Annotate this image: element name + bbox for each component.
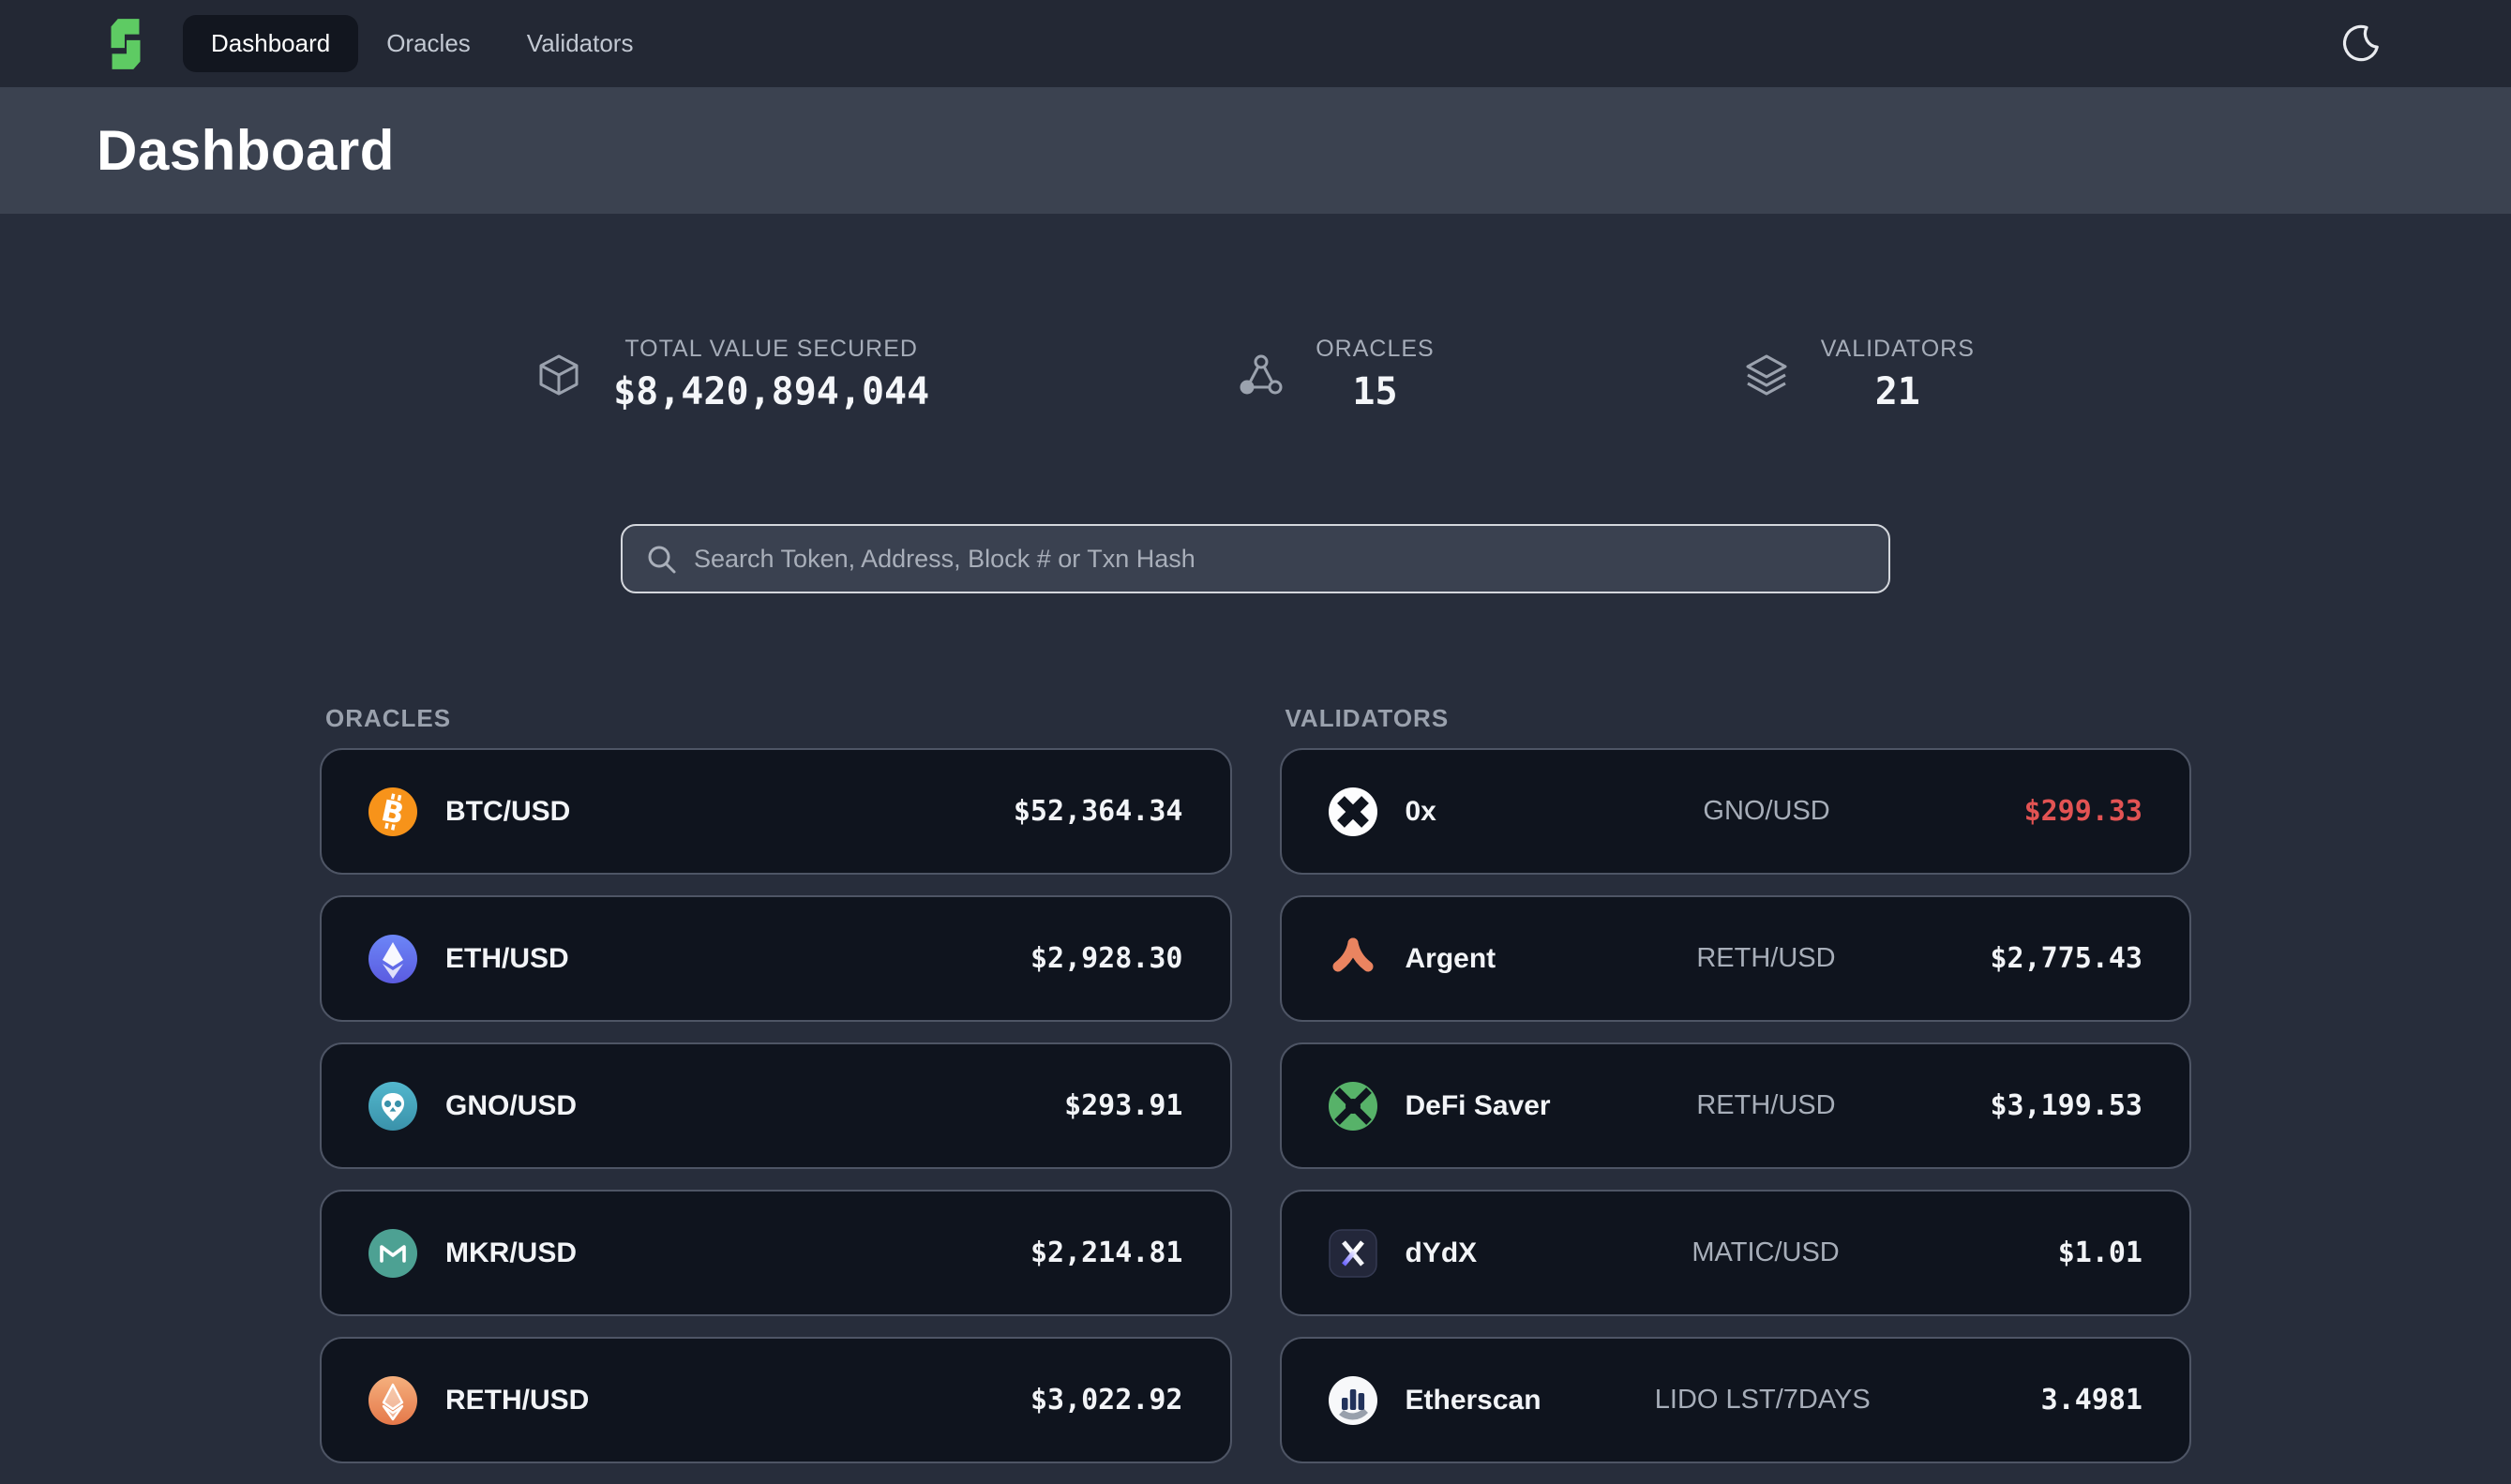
- stat-total-value-secured: TOTAL VALUE SECURED $8,420,894,044: [536, 336, 929, 413]
- stat-value: 15: [1352, 370, 1397, 413]
- validator-pair: MATIC/USD: [1692, 1237, 1839, 1268]
- stat-label: VALIDATORS: [1821, 336, 1975, 363]
- chronicle-logo-icon[interactable]: [97, 15, 155, 73]
- validator-price: $299.33: [2024, 795, 2143, 828]
- nav-links: Dashboard Oracles Validators: [183, 15, 661, 72]
- eth-icon: [368, 935, 417, 983]
- validator-name: 0x: [1406, 796, 1436, 828]
- oracle-card-mkr-usd[interactable]: MKR/USD $2,214.81: [320, 1190, 1232, 1316]
- validator-card-0x[interactable]: 0x GNO/USD $299.33: [1280, 748, 2192, 875]
- oracle-card-btc-usd[interactable]: B BTC/USD $52,364.34: [320, 748, 1232, 875]
- validators-heading: VALIDATORS: [1286, 704, 2192, 733]
- nav-tab-validators[interactable]: Validators: [499, 15, 662, 72]
- oracle-pair: ETH/USD: [445, 943, 569, 975]
- page-title: Dashboard: [97, 118, 395, 183]
- validator-price: $1.01: [2058, 1237, 2143, 1269]
- oracle-price: $52,364.34: [1014, 795, 1183, 828]
- search-icon: [645, 543, 677, 575]
- stat-value: $8,420,894,044: [613, 370, 929, 413]
- gno-icon: [368, 1082, 417, 1131]
- oracle-pair: MKR/USD: [445, 1237, 577, 1269]
- nav-tab-dashboard[interactable]: Dashboard: [183, 15, 358, 72]
- dydx-icon: [1329, 1229, 1377, 1278]
- stat-validators: VALIDATORS 21: [1744, 336, 1975, 413]
- stat-label: ORACLES: [1316, 336, 1434, 363]
- validator-pair: LIDO LST/7DAYS: [1655, 1385, 1871, 1416]
- validator-card-dydx[interactable]: dYdX MATIC/USD $1.01: [1280, 1190, 2192, 1316]
- validator-card-defi-saver[interactable]: DeFi Saver RETH/USD $3,199.53: [1280, 1042, 2192, 1169]
- validator-name: Argent: [1406, 943, 1496, 975]
- oracle-pair: BTC/USD: [445, 796, 570, 828]
- validator-card-etherscan[interactable]: Etherscan LIDO LST/7DAYS 3.4981: [1280, 1337, 2192, 1463]
- search-input[interactable]: [692, 544, 1866, 575]
- stat-oracles: ORACLES 15: [1239, 336, 1434, 413]
- validator-pair: GNO/USD: [1703, 796, 1829, 827]
- main-content: TOTAL VALUE SECURED $8,420,894,044 ORACL…: [320, 336, 2191, 1484]
- validator-pair: RETH/USD: [1696, 1090, 1835, 1121]
- validator-name: DeFi Saver: [1406, 1090, 1551, 1122]
- reth-icon: [368, 1376, 417, 1425]
- mkr-icon: [368, 1229, 417, 1278]
- page-header-band: Dashboard: [0, 87, 2511, 214]
- oracle-price: $293.91: [1064, 1089, 1182, 1122]
- layers-icon: [1744, 352, 1789, 397]
- defi-saver-icon: [1329, 1082, 1377, 1131]
- validator-pair: RETH/USD: [1696, 943, 1835, 974]
- validators-panel: VALIDATORS 0x GNO/USD $299.33: [1280, 704, 2192, 1484]
- oracle-pair: GNO/USD: [445, 1090, 577, 1122]
- cube-icon: [536, 352, 581, 397]
- validator-price: $3,199.53: [1990, 1089, 2143, 1122]
- oracle-card-reth-usd[interactable]: RETH/USD $3,022.92: [320, 1337, 1232, 1463]
- nav-tab-oracles[interactable]: Oracles: [358, 15, 499, 72]
- validator-name: dYdX: [1406, 1237, 1478, 1269]
- oracle-price: $2,214.81: [1030, 1237, 1183, 1269]
- search-bar: [621, 524, 1890, 593]
- oracle-card-gno-usd[interactable]: GNO/USD $293.91: [320, 1042, 1232, 1169]
- oracle-card-eth-usd[interactable]: ETH/USD $2,928.30: [320, 895, 1232, 1022]
- stat-value: 21: [1875, 370, 1920, 413]
- oracle-pair: RETH/USD: [445, 1385, 589, 1417]
- validator-price: $2,775.43: [1990, 942, 2143, 975]
- validator-card-argent[interactable]: Argent RETH/USD $2,775.43: [1280, 895, 2192, 1022]
- etherscan-icon: [1329, 1376, 1377, 1425]
- top-nav: Dashboard Oracles Validators: [0, 0, 2511, 87]
- theme-toggle-button[interactable]: [2335, 20, 2383, 68]
- argent-icon: [1329, 935, 1377, 983]
- oracle-price: $2,928.30: [1030, 942, 1183, 975]
- btc-icon: B: [368, 787, 417, 836]
- oracles-panel: ORACLES B BTC/USD $52,364.34: [320, 704, 1232, 1484]
- network-nodes-icon: [1239, 352, 1284, 397]
- moon-icon: [2337, 22, 2382, 67]
- oracles-heading: ORACLES: [325, 704, 1232, 733]
- stats-row: TOTAL VALUE SECURED $8,420,894,044 ORACL…: [320, 336, 2191, 413]
- validator-name: Etherscan: [1406, 1385, 1541, 1417]
- 0x-icon: [1329, 787, 1377, 836]
- stat-label: TOTAL VALUE SECURED: [624, 336, 918, 363]
